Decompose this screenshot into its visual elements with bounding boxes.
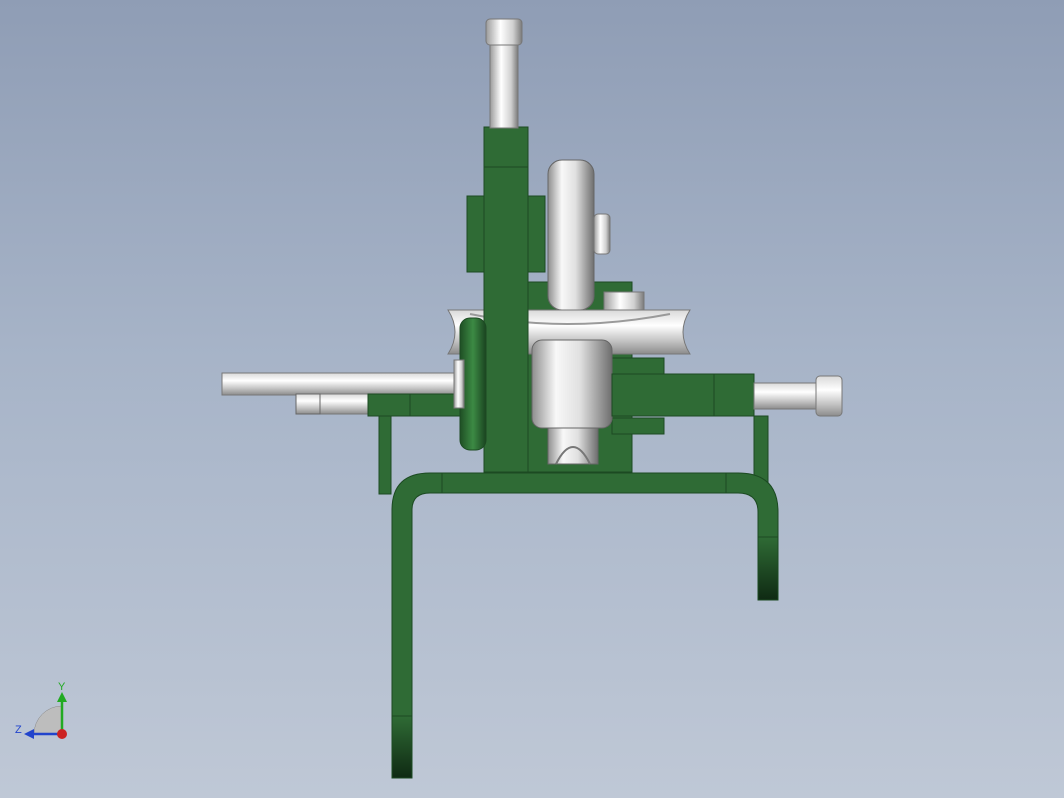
lower-groove-wheel[interactable]: [547, 423, 599, 465]
left-base-block[interactable]: [367, 393, 461, 417]
triad-sphere-quadrant: [33, 705, 63, 735]
central-column[interactable]: [483, 126, 529, 473]
x-axis-dot: [57, 729, 67, 739]
column-side-block-right[interactable]: [527, 195, 546, 273]
top-screw-head[interactable]: [485, 18, 523, 46]
right-arm-upper[interactable]: [611, 357, 665, 375]
left-leg-short[interactable]: [378, 415, 392, 495]
right-arm-lower[interactable]: [611, 417, 665, 435]
right-shaft-block[interactable]: [611, 373, 755, 417]
axis-triad: Y Z: [15, 681, 67, 739]
top-screw-shaft[interactable]: [489, 43, 519, 129]
cad-viewport[interactable]: Y Z: [0, 0, 1064, 798]
mechanism-assembly[interactable]: [221, 18, 843, 779]
frame-left-leg-end[interactable]: [391, 715, 413, 779]
groove-wheel-bolt[interactable]: [603, 291, 645, 313]
left-shaft-collar-end[interactable]: [295, 393, 321, 415]
frame-bent-rod[interactable]: [391, 472, 779, 779]
right-shaft-nut[interactable]: [815, 375, 843, 417]
frame-right-leg-end[interactable]: [757, 536, 779, 601]
y-axis-arrow: [57, 692, 67, 702]
top-wheel[interactable]: [547, 159, 595, 311]
top-wheel-hub[interactable]: [593, 213, 611, 255]
right-shaft[interactable]: [753, 382, 821, 410]
left-shaft[interactable]: [221, 372, 459, 396]
y-axis-label: Y: [58, 681, 66, 693]
green-disc-hub[interactable]: [453, 359, 465, 409]
front-roller[interactable]: [531, 339, 613, 429]
z-axis-arrow: [24, 729, 34, 739]
z-axis-label: Z: [15, 724, 22, 736]
column-side-block-left[interactable]: [466, 195, 485, 273]
